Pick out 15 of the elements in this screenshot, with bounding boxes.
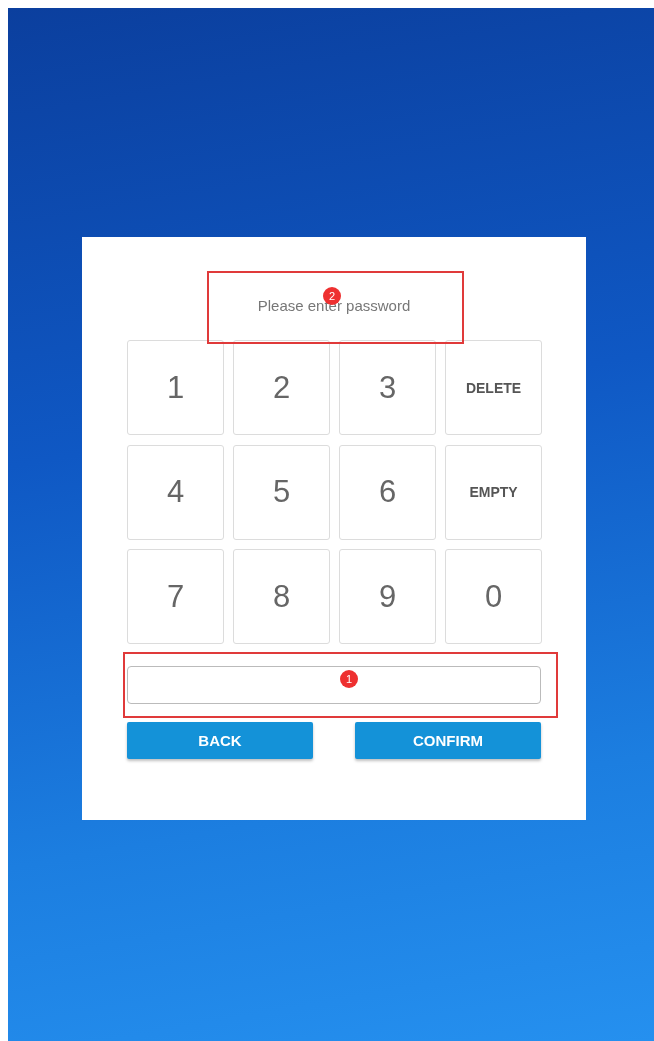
digit-key[interactable]: 8	[233, 549, 330, 644]
back-button[interactable]: BACK	[127, 722, 313, 759]
confirm-button[interactable]: CONFIRM	[355, 722, 541, 759]
digit-key[interactable]: 2	[233, 340, 330, 435]
action-key[interactable]: EMPTY	[445, 444, 542, 540]
digit-key[interactable]: 5	[233, 444, 330, 540]
digit-key[interactable]: 0	[445, 549, 542, 644]
digit-key[interactable]: 6	[339, 444, 436, 540]
digit-key[interactable]: 3	[339, 340, 436, 435]
digit-key[interactable]: 7	[127, 549, 224, 644]
password-field[interactable]	[127, 666, 541, 704]
action-key[interactable]: DELETE	[445, 340, 542, 435]
digit-key[interactable]: 1	[127, 340, 224, 435]
digit-key[interactable]: 4	[127, 444, 224, 540]
digit-key[interactable]: 9	[339, 549, 436, 644]
